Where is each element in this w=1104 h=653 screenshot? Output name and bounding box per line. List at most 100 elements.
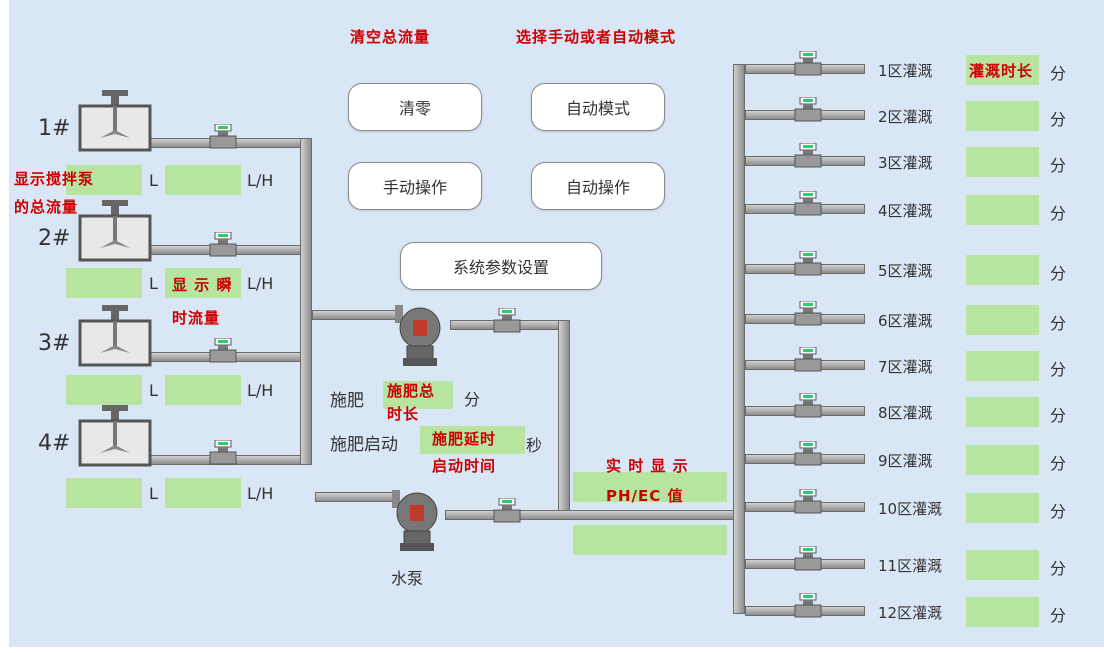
ph-annotation-1: 实 时 显 示: [606, 457, 689, 475]
zone-unit: 分: [1050, 559, 1067, 578]
tank-total-unit: L: [149, 381, 158, 400]
zone-label: 12区灌溉: [878, 604, 943, 622]
instant-flow-annotation-1: 显 示 瞬: [172, 276, 233, 294]
zone-duration-field[interactable]: [966, 195, 1039, 225]
zone-duration-field[interactable]: [966, 597, 1039, 627]
flow-meter-icon: [492, 497, 522, 524]
zone-unit: 分: [1050, 204, 1067, 223]
flow-meter-icon: [793, 190, 823, 217]
tank-total-unit: L: [149, 171, 158, 190]
zone-duration-field[interactable]: [966, 493, 1039, 523]
fert-delay-annotation-1: 施肥延时: [432, 430, 497, 448]
zone-unit: 分: [1050, 360, 1067, 379]
fert-total-annotation-1: 施肥总: [387, 382, 436, 400]
stirring-tank-icon: [78, 200, 152, 262]
zone-duration-field[interactable]: [966, 147, 1039, 177]
tank-total-flow-field: [66, 268, 142, 298]
zone-duration-field[interactable]: [966, 101, 1039, 131]
irrigation-duration-annotation: 灌溉时长: [969, 62, 1034, 80]
fertilizer-label: 施肥: [330, 391, 364, 411]
flow-meter-icon: [793, 50, 823, 77]
tank-label: 3#: [38, 331, 71, 356]
tank-rate-flow-field: [165, 478, 241, 508]
tank-label: 1#: [38, 116, 71, 141]
zone-unit: 分: [1050, 110, 1067, 129]
system-settings-button[interactable]: 系统参数设置: [400, 242, 602, 290]
tank-rate-flow-field: [165, 165, 241, 195]
stirrer-total-annotation-1: 显示搅拌泵: [14, 170, 95, 188]
zone-label: 7区灌溉: [878, 358, 933, 376]
pipe: [733, 64, 745, 614]
instant-flow-annotation-2: 时流量: [172, 309, 221, 327]
zone-label: 9区灌溉: [878, 452, 933, 470]
ph-annotation-2: PH/EC 值: [606, 487, 684, 505]
water-pump-label: 水泵: [391, 569, 424, 588]
zone-label: 2区灌溉: [878, 108, 933, 126]
zone-duration-field[interactable]: [966, 255, 1039, 285]
flow-meter-icon: [793, 440, 823, 467]
flow-meter-icon: [793, 250, 823, 277]
clear-button[interactable]: 清零: [348, 83, 482, 131]
flow-meter-icon: [793, 142, 823, 169]
flow-meter-icon: [208, 337, 238, 364]
tank-rate-unit: L/H: [247, 274, 274, 293]
zone-label: 5区灌溉: [878, 262, 933, 280]
tank-label: 4#: [38, 431, 71, 456]
zone-unit: 分: [1050, 406, 1067, 425]
zone-duration-field[interactable]: [966, 351, 1039, 381]
pipe: [445, 510, 740, 520]
zone-duration-field[interactable]: [966, 305, 1039, 335]
pipe: [558, 320, 570, 515]
auto-mode-button[interactable]: 自动模式: [531, 83, 665, 131]
flow-meter-icon: [208, 439, 238, 466]
stirring-tank-icon: [78, 405, 152, 467]
zone-unit: 分: [1050, 64, 1067, 83]
flow-meter-icon: [793, 346, 823, 373]
flow-meter-icon: [793, 392, 823, 419]
zone-label: 11区灌溉: [878, 557, 943, 575]
tank-total-flow-field: [66, 478, 142, 508]
flow-meter-icon: [793, 488, 823, 515]
tank-total-unit: L: [149, 484, 158, 503]
fert-total-annotation-2: 时长: [387, 405, 420, 423]
zone-label: 6区灌溉: [878, 312, 933, 330]
zone-unit: 分: [1050, 314, 1067, 333]
fertilizer-unit: 分: [464, 390, 481, 409]
tank-total-flow-field: [66, 375, 142, 405]
zone-unit: 分: [1050, 264, 1067, 283]
fert-delay-annotation-2: 启动时间: [432, 457, 497, 475]
zone-label: 3区灌溉: [878, 154, 933, 172]
stirrer-total-annotation-2: 的总流量: [14, 198, 79, 216]
tank-label: 2#: [38, 226, 71, 251]
flow-meter-icon: [793, 545, 823, 572]
zone-unit: 分: [1050, 502, 1067, 521]
tank-total-unit: L: [149, 274, 158, 293]
pump-icon: [395, 300, 445, 370]
pipe: [312, 310, 402, 320]
zone-label: 10区灌溉: [878, 500, 943, 518]
pipe: [300, 138, 312, 465]
flow-meter-icon: [793, 592, 823, 619]
tank-rate-unit: L/H: [247, 171, 274, 190]
flow-meter-icon: [208, 123, 238, 150]
fertilizer-start-label: 施肥启动: [330, 435, 398, 455]
zone-label: 4区灌溉: [878, 202, 933, 220]
zone-unit: 分: [1050, 156, 1067, 175]
zone-duration-field[interactable]: [966, 445, 1039, 475]
manual-operation-button[interactable]: 手动操作: [348, 162, 482, 210]
zone-unit: 分: [1050, 606, 1067, 625]
ec-display: [573, 525, 727, 555]
flow-meter-icon: [793, 300, 823, 327]
zone-duration-field[interactable]: [966, 397, 1039, 427]
zone-duration-field[interactable]: [966, 550, 1039, 580]
stirring-tank-icon: [78, 90, 152, 152]
fertilizer-start-unit: 秒: [526, 436, 543, 455]
auto-operation-button[interactable]: 自动操作: [531, 162, 665, 210]
clear-total-flow-label: 清空总流量: [350, 28, 431, 46]
flow-meter-icon: [492, 307, 522, 334]
zone-unit: 分: [1050, 454, 1067, 473]
stirring-tank-icon: [78, 305, 152, 367]
zone-label: 1区灌溉: [878, 62, 933, 80]
tank-rate-unit: L/H: [247, 381, 274, 400]
flow-meter-icon: [208, 231, 238, 258]
